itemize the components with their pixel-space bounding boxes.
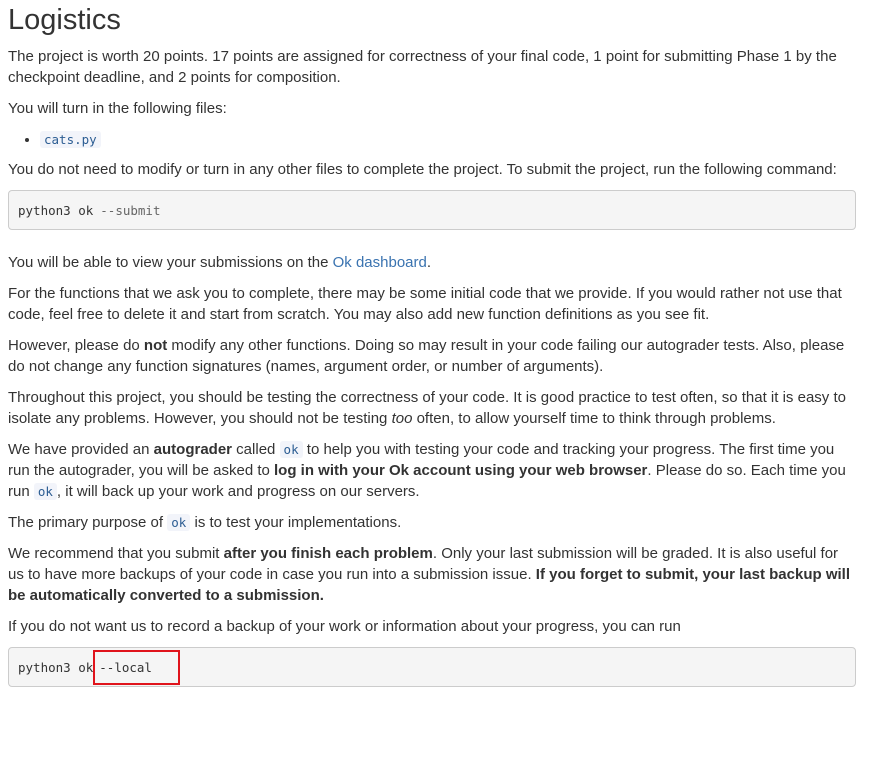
files-list: cats.py: [8, 129, 856, 151]
recommendation-paragraph: We recommend that you submit after you f…: [8, 545, 850, 604]
list-item: cats.py: [40, 129, 856, 151]
ok-code: ok: [279, 441, 303, 458]
local-command-block[interactable]: python3 ok --local: [8, 647, 856, 687]
local-run-paragraph: If you do not want us to record a backup…: [8, 618, 681, 635]
emphasis-not: not: [143, 337, 168, 354]
points-paragraph: The project is worth 20 points. 17 point…: [8, 48, 837, 86]
files-intro: You will turn in the following files:: [8, 100, 227, 117]
login-instruction-bold: log in with your Ok account using your w…: [274, 462, 648, 479]
do-not-modify-paragraph: However, please do not modify any other …: [8, 337, 845, 375]
autograder-bold: autograder: [153, 441, 233, 458]
ok-dashboard-link[interactable]: Ok dashboard: [333, 254, 427, 271]
dashboard-paragraph: You will be able to view your submission…: [8, 254, 432, 271]
purpose-paragraph: The primary purpose of ok is to test you…: [8, 514, 402, 531]
command-base: python3 ok: [18, 659, 94, 675]
command-base: python3 ok: [18, 202, 94, 218]
local-flag-highlight: --local: [93, 649, 180, 685]
initial-code-paragraph: For the functions that we ask you to com…: [8, 285, 842, 323]
page-title: Logistics: [8, 4, 121, 36]
testing-paragraph: Throughout this project, you should be t…: [8, 389, 846, 427]
file-name-code: cats.py: [40, 131, 101, 148]
command-flag: --submit: [100, 202, 161, 218]
autograder-paragraph: We have provided an autograder called ok…: [8, 441, 846, 500]
emphasis-too: too: [391, 410, 413, 427]
finish-problem-bold: after you finish each problem: [223, 545, 433, 562]
submit-command-block[interactable]: python3 ok --submit: [8, 190, 856, 230]
submit-instructions: You do not need to modify or turn in any…: [8, 161, 837, 178]
ok-code: ok: [167, 514, 191, 531]
ok-code: ok: [33, 483, 57, 500]
logistics-section: Logistics The project is worth 20 points…: [8, 0, 856, 687]
